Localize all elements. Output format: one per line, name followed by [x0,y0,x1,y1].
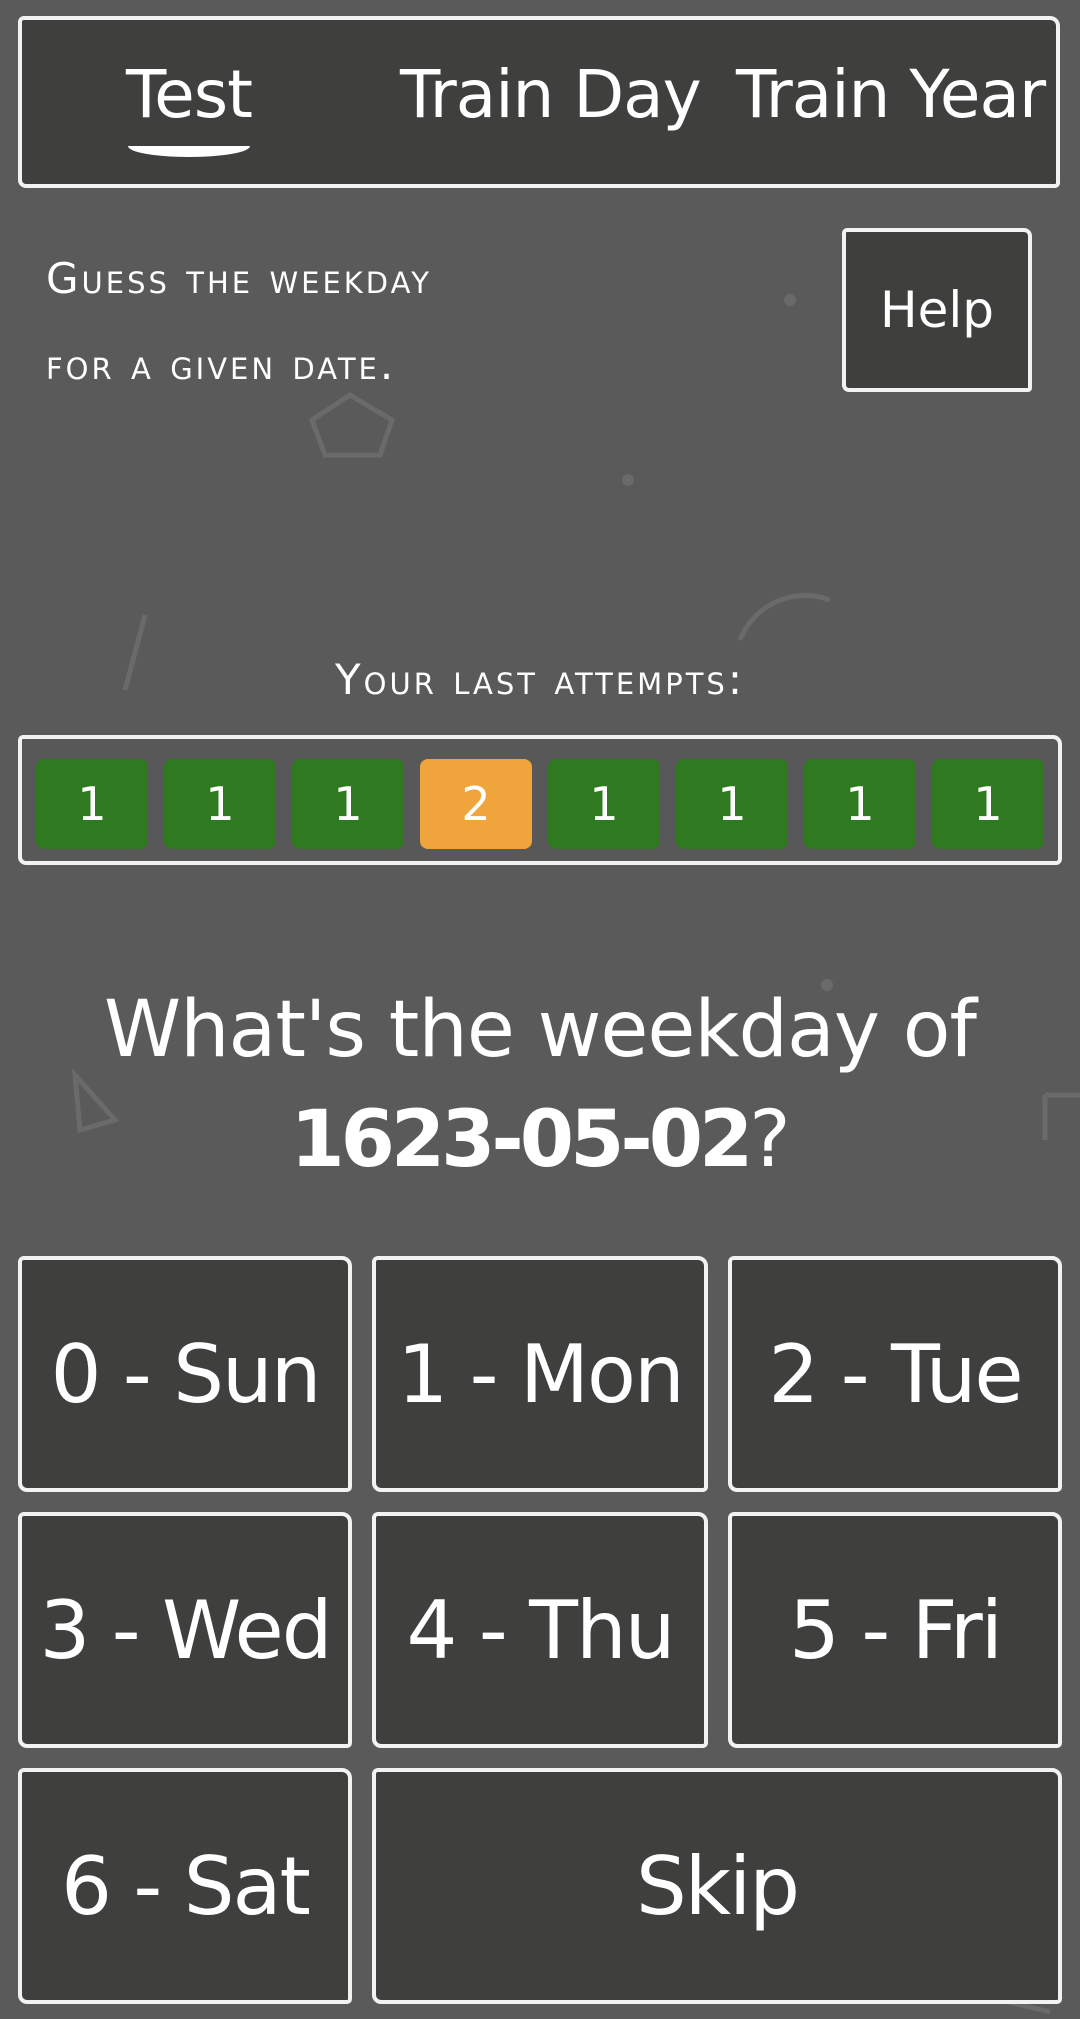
intro-text: Guess the weekday for a given date. [46,236,606,408]
tab-test[interactable]: Test [126,50,253,140]
attempts-strip: 1 1 1 2 1 1 1 1 [18,735,1062,865]
answer-button-wed[interactable]: 3 - Wed [18,1512,352,1748]
attempt-badge: 1 [36,759,148,849]
active-tab-indicator [128,146,250,157]
question-date: 1623-05-02 [290,1095,753,1185]
attempt-badge: 1 [164,759,276,849]
answer-button-sat[interactable]: 6 - Sat [18,1768,352,2004]
skip-button[interactable]: Skip [372,1768,1062,2004]
attempt-badge: 1 [676,759,788,849]
answer-button-tue[interactable]: 2 - Tue [728,1256,1062,1492]
question-date-line: 1623-05-02? [0,1085,1080,1195]
answer-button-thu[interactable]: 4 - Thu [372,1512,708,1748]
attempt-badge: 1 [548,759,660,849]
tab-bar: Test Train Day Train Year [18,16,1060,188]
question-prefix: What's the weekday of [103,985,977,1075]
attempt-badge: 2 [420,759,532,849]
answer-button-fri[interactable]: 5 - Fri [728,1512,1062,1748]
tab-train-year[interactable]: Train Year [736,50,1046,140]
attempts-label: Your last attempts: [335,655,745,704]
attempt-badge: 1 [804,759,916,849]
intro-line-2: for a given date. [46,340,397,389]
question-text: What's the weekday of 1623-05-02? [0,975,1080,1195]
answer-button-mon[interactable]: 1 - Mon [372,1256,708,1492]
attempt-badge: 1 [932,759,1044,849]
attempt-badge: 1 [292,759,404,849]
answer-button-sun[interactable]: 0 - Sun [18,1256,352,1492]
help-button[interactable]: Help [842,228,1032,392]
intro-line-1: Guess the weekday [46,254,432,303]
question-mark: ? [749,1095,790,1185]
tab-train-day[interactable]: Train Day [400,50,702,140]
